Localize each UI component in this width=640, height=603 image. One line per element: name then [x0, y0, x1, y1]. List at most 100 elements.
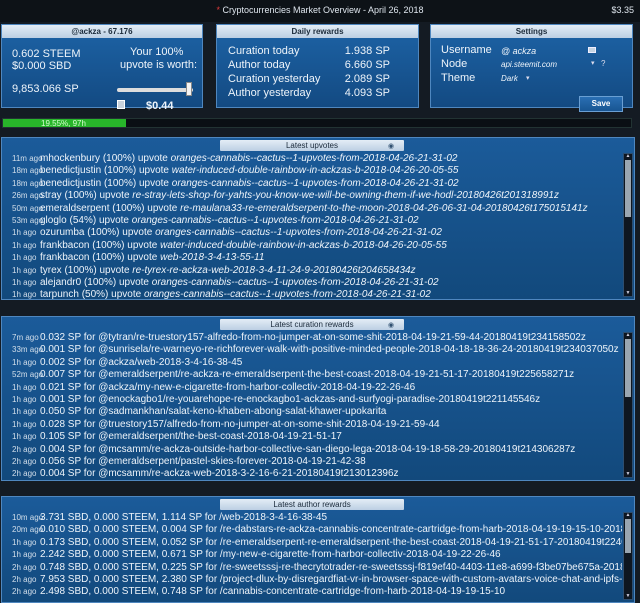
vote-action: upvote [147, 202, 178, 214]
post-link[interactable]: re-maulana33-re-emeraldserpent-to-the-mo… [180, 203, 587, 214]
scrollbar-thumb[interactable] [625, 519, 631, 554]
author-link[interactable]: for /web-2018-3-4-16-38-45 [205, 512, 327, 523]
curation-row: 1h ago 0.105 SP for @emeraldserpent/the-b… [2, 431, 622, 443]
steem-price: $3.35 [611, 5, 634, 15]
curation-link[interactable]: for @tytran/re-truestory157-alfredo-from… [84, 332, 586, 343]
voter-link[interactable]: alejandr0 [40, 277, 81, 288]
scrollbar-thumb[interactable] [625, 160, 631, 217]
author-row: 1h ago 2.242 SBD, 0.000 STEEM, 0.671 SP f… [2, 549, 622, 561]
upvote-time: 50m ago [12, 203, 44, 213]
upvote-row: 1h ago alejandr0 (100%) upvote oranges-ca… [2, 277, 622, 289]
market-overview-link[interactable]: * Cryptocurrencies Market Overview - Apr… [0, 5, 640, 15]
theme-dropdown-chevron-icon[interactable]: ▾ [526, 74, 530, 82]
post-link[interactable]: oranges-cannabis--cactus--1-upvotes-from… [152, 277, 439, 288]
curation-link[interactable]: for @sadmankhan/salat-keno-khaben-abong-… [84, 406, 387, 417]
scroll-down-icon[interactable]: ▼ [624, 594, 632, 599]
author-row: 1h ago 0.173 SBD, 0.000 STEEM, 0.052 SP f… [2, 537, 622, 549]
voter-link[interactable]: benedictjustin [40, 178, 101, 189]
author-link[interactable]: for /re-dabstars-re-ackza-cannabis-conce… [205, 524, 622, 535]
post-link[interactable]: web-2018-3-4-13-55-11 [160, 252, 264, 263]
scroll-up-icon[interactable]: ▲ [624, 513, 632, 518]
latest-curation-panel: Latest curation rewards ◉ 7m ago0.032 SP… [1, 316, 635, 481]
curation-link[interactable]: for @emeraldserpent/re-ackza-re-emeralds… [84, 369, 574, 380]
voter-link[interactable]: benedictjustin [40, 165, 101, 176]
keyboard-icon[interactable] [588, 47, 596, 53]
voter-link[interactable]: tyrex [40, 265, 62, 276]
post-link[interactable]: re-tyrex-re-ackza-web-2018-3-4-11-24-9-2… [132, 265, 415, 276]
author-link[interactable]: for /cannabis-concentrate-cartridge-from… [205, 586, 505, 597]
author-link[interactable]: for /project-dlux-by-disregardfiat-vr-in… [205, 574, 622, 585]
curation-link[interactable]: for @sunrisela/re-warneyo-re-richforever… [84, 344, 619, 355]
node-help-icon[interactable]: ? [601, 59, 605, 68]
upvotes-scrollbar[interactable]: ▲ ▼ [623, 153, 633, 297]
curation-time: 2h ago [12, 444, 37, 454]
theme-select[interactable]: Dark [501, 74, 518, 83]
voter-link[interactable]: stray [40, 190, 62, 201]
upvotes-list: 11m agomhockenbury (100%) upvote oranges… [2, 153, 622, 299]
post-link[interactable]: water-induced-double-rainbow-in-ackzas-b… [160, 240, 447, 251]
curation-link[interactable]: for @enockagbo1/re-youarehope-re-enockag… [84, 394, 540, 405]
post-link[interactable]: re-stray-lets-shop-for-yahts-you-know-we… [132, 190, 559, 201]
curation-row: 2h ago 0.004 SP for @mcsamm/re-ackza-web-… [2, 468, 622, 480]
post-link[interactable]: oranges-cannabis--cactus--1-upvotes-from… [171, 153, 458, 164]
upvote-time: 1h ago [12, 290, 37, 299]
eye-icon[interactable]: ◉ [388, 142, 394, 150]
voter-link[interactable]: gloglo [40, 215, 67, 226]
post-link[interactable]: oranges-cannabis--cactus--1-upvotes-from… [155, 227, 442, 238]
latest-curation-heading: Latest curation rewards [220, 319, 404, 330]
curation-link[interactable]: for @emeraldserpent/pastel-skies-forever… [84, 456, 366, 467]
author-time: 20m ago [12, 525, 44, 535]
voting-power-bar: 19.55%, 97h [2, 118, 632, 128]
voter-link[interactable]: emeraldserpent [40, 203, 109, 214]
vote-action: upvote [138, 165, 169, 177]
vote-weight-slider-handle[interactable] [186, 82, 192, 96]
voter-link[interactable]: frankbacon [40, 240, 89, 251]
post-link[interactable]: water-induced-double-rainbow-in-ackzas-b… [172, 165, 459, 176]
save-button[interactable]: Save [579, 96, 623, 112]
author-link[interactable]: for /re-emeraldserpent-re-emeraldserpent… [205, 537, 622, 548]
curation-amount: 0.032 SP [40, 332, 81, 343]
curation-link[interactable]: for @mcsamm/re-ackza-outside-harbor-coll… [84, 444, 576, 455]
daily-rewards-panel: Daily rewards Curation today 1.938 SP Au… [216, 24, 419, 108]
node-select[interactable]: api.steemit.com [501, 60, 557, 69]
curation-amount: 0.004 SP [40, 443, 81, 455]
curation-link[interactable]: for @ackza/my-new-e-cigarette-from-harbo… [84, 382, 415, 393]
vote-action: upvote [127, 239, 158, 251]
scrollbar-thumb[interactable] [625, 339, 631, 397]
author-time: 2h ago [12, 562, 37, 572]
curation-link[interactable]: for @truestory157/alfredo-from-no-jumper… [84, 419, 440, 430]
latest-author-panel: Latest author rewards 10m ago3.731 SBD, … [1, 496, 635, 603]
author-scrollbar[interactable]: ▲ ▼ [623, 512, 633, 600]
author-link[interactable]: for /my-new-e-cigarette-from-harbor-coll… [205, 549, 500, 560]
vote-weight-slider[interactable] [117, 88, 193, 92]
post-link[interactable]: oranges-cannabis--cactus--1-upvotes-from… [132, 215, 419, 226]
post-link[interactable]: oranges-cannabis--cactus--1-upvotes-from… [144, 289, 431, 299]
scroll-up-icon[interactable]: ▲ [624, 154, 632, 159]
voting-power-label: 19.55%, 97h [41, 119, 86, 128]
upvote-row: 1h ago tarpunch (50%) upvote oranges-cann… [2, 289, 622, 299]
scroll-down-icon[interactable]: ▼ [624, 291, 632, 296]
voter-link[interactable]: tarpunch [40, 289, 79, 299]
voter-link[interactable]: ozurumba [40, 227, 84, 238]
scroll-down-icon[interactable]: ▼ [624, 472, 632, 477]
scroll-up-icon[interactable]: ▲ [624, 333, 632, 338]
post-link[interactable]: oranges-cannabis--cactus--1-upvotes-from… [172, 178, 459, 189]
settings-heading: Settings [431, 25, 632, 38]
eye-icon[interactable]: ◉ [388, 321, 394, 329]
curation-link[interactable]: for @ackza/web-2018-3-4-16-38-45 [84, 357, 243, 368]
calculator-icon[interactable] [117, 100, 125, 109]
upvote-row: 18m agobenedictjustin (100%) upvote oran… [2, 178, 622, 190]
steem-balance: 0.602 STEEM [12, 48, 81, 60]
curation-amount: 0.021 SP [40, 381, 81, 393]
curation-row: 52m ago0.007 SP for @emeraldserpent/re-a… [2, 369, 622, 381]
author-link[interactable]: for /re-sweetsssj-re-thecrytotrader-re-s… [205, 562, 622, 573]
author-row: 2h ago 0.748 SBD, 0.000 STEEM, 0.225 SP f… [2, 562, 622, 574]
username-field[interactable]: @ ackza [501, 46, 536, 56]
curation-scrollbar[interactable]: ▲ ▼ [623, 332, 633, 478]
curation-link[interactable]: for @emeraldserpent/the-best-coast-2018-… [84, 431, 342, 442]
curation-link[interactable]: for @mcsamm/re-ackza-web-2018-3-2-16-6-2… [84, 468, 399, 479]
node-dropdown-chevron-icon[interactable]: ▾ [591, 59, 595, 67]
voter-link[interactable]: frankbacon [40, 252, 89, 263]
curation-row: 1h ago 0.021 SP for @ackza/my-new-e-cigar… [2, 382, 622, 394]
voter-link[interactable]: mhockenbury [40, 153, 100, 164]
